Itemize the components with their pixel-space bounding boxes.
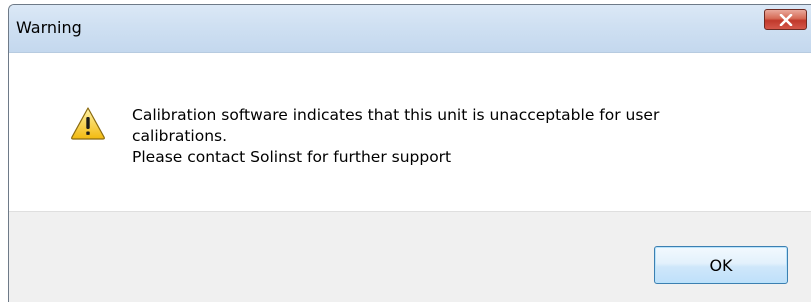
message-line: calibrations.: [132, 127, 228, 145]
button-bar: OK: [9, 211, 811, 302]
warning-dialog: Warning Calibration software indicates t…: [8, 4, 811, 302]
dialog-content: Calibration software indicates that this…: [9, 53, 811, 211]
warning-icon: [71, 107, 105, 140]
ok-button[interactable]: OK: [654, 246, 788, 284]
close-button[interactable]: [764, 9, 807, 30]
dialog-title: Warning: [16, 18, 82, 37]
message-line: Calibration software indicates that this…: [132, 106, 660, 124]
title-bar[interactable]: Warning: [9, 5, 811, 53]
warning-message: Calibration software indicates that this…: [132, 105, 772, 168]
close-icon: [779, 13, 792, 26]
message-line: Please contact Solinst for further suppo…: [132, 148, 452, 166]
